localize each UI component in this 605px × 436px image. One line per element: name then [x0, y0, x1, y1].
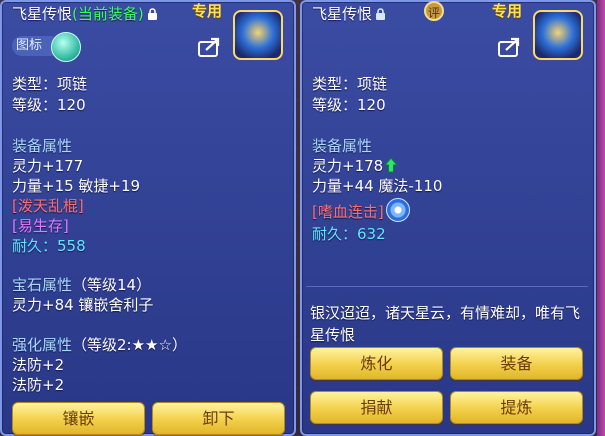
enhance-attr-1: 法防+2 — [12, 356, 65, 374]
compare-item-title: 飞星传恨 — [312, 3, 386, 24]
skill-swirl-icon[interactable] — [385, 198, 410, 222]
equipped-item-title: 飞星传恨(当前装备) — [12, 3, 158, 24]
durability: 耐久：558 — [12, 237, 86, 255]
equip-button[interactable]: 装备 — [450, 347, 583, 380]
attr-spirit: 灵力+177 — [12, 157, 84, 175]
extract-button[interactable]: 提炼 — [450, 391, 583, 424]
attr-strength-agility: 力量+15 敏捷+19 — [12, 177, 141, 195]
durability: 耐久：632 — [312, 225, 386, 243]
refine-button[interactable]: 炼化 — [310, 347, 443, 380]
lock-icon — [147, 8, 157, 20]
necklace-item-icon[interactable] — [233, 10, 283, 60]
lock-icon — [376, 8, 386, 20]
attr-spirit: 灵力+178 — [312, 155, 399, 176]
item-level: 等级：120 — [12, 96, 86, 114]
exclusive-label: 专用 — [192, 2, 223, 20]
special-skill: [泼天乱棍] — [12, 197, 84, 215]
item-description: 银汉迢迢，诸天星云，有情难却，唯有飞星传恨 — [310, 304, 581, 344]
share-icon[interactable] — [197, 36, 221, 58]
attr-section-header: 装备属性 — [12, 137, 73, 155]
special-effect: [易生存] — [12, 217, 69, 235]
special-skill: [嗜血连击] — [312, 198, 410, 222]
enhance-attr-2: 法防+2 — [12, 376, 65, 394]
share-icon[interactable] — [497, 36, 521, 58]
gem-section-header: 宝石属性（等级14） — [12, 276, 152, 294]
unequip-button[interactable]: 卸下 — [152, 402, 285, 435]
attr-section-header: 装备属性 — [312, 137, 373, 155]
item-type: 类型：项链 — [12, 75, 88, 93]
attr-strength-mana: 力量+44 魔法-110 — [312, 177, 443, 195]
donate-button[interactable]: 捐献 — [310, 391, 443, 424]
current-equip-tag: (当前装备) — [72, 5, 144, 23]
description-divider — [306, 286, 588, 287]
increase-arrow-icon — [384, 157, 399, 173]
gem-attr: 灵力+84 镶嵌舍利子 — [12, 296, 154, 314]
equipped-item-panel: 飞星传恨(当前装备) 专用 图标 类型：项链 等级：120 装备属性 灵力+17… — [0, 0, 296, 436]
inlay-button[interactable]: 镶嵌 — [12, 402, 145, 435]
exclusive-label: 专用 — [492, 2, 523, 20]
enhance-section-header: 强化属性（等级2:★★☆） — [12, 336, 187, 354]
item-level: 等级：120 — [312, 96, 386, 114]
item-name: 飞星传恨 — [12, 5, 73, 23]
item-type: 类型：项链 — [312, 75, 388, 93]
side-decoration — [597, 0, 605, 436]
icon-toggle-switch[interactable] — [51, 32, 81, 62]
item-name: 飞星传恨 — [312, 5, 373, 23]
necklace-item-icon[interactable] — [533, 10, 583, 60]
appraise-icon[interactable]: 评 — [424, 1, 444, 21]
